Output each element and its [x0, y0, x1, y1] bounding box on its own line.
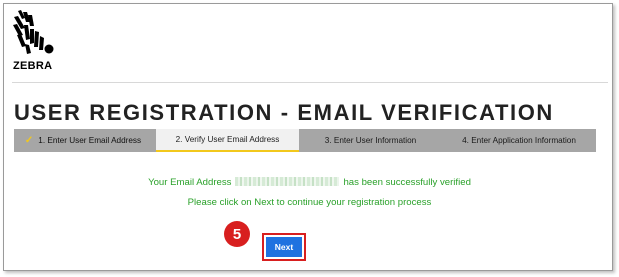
header-divider [12, 82, 608, 83]
step-verify-email[interactable]: 2. Verify User Email Address [156, 129, 299, 152]
verified-message: Your Email Address has been successfully … [0, 177, 619, 188]
page-title: USER REGISTRATION - EMAIL VERIFICATION [14, 100, 554, 125]
step-number-badge: 5 [224, 221, 250, 247]
verified-message-suffix: has been successfully verified [343, 177, 471, 188]
step-application-information[interactable]: 4. Enter Application Information [442, 129, 596, 152]
continue-message: Please click on Next to continue your re… [187, 197, 432, 208]
step-enter-email[interactable]: ✓ 1. Enter User Email Address [14, 129, 156, 152]
step-label: 3. Enter User Information [324, 136, 417, 145]
zebra-head-icon [13, 10, 54, 54]
verified-message-prefix: Your Email Address [148, 177, 232, 188]
step-label: 4. Enter Application Information [462, 136, 576, 145]
step-user-information[interactable]: 3. Enter User Information [299, 129, 442, 152]
next-button[interactable]: Next [266, 237, 302, 257]
checkmark-icon: ✓ [24, 135, 34, 146]
zebra-logo: ZEBRA [11, 9, 63, 75]
brand-wordmark: ZEBRA [13, 60, 53, 72]
registration-stepper: ✓ 1. Enter User Email Address 2. Verify … [14, 129, 596, 152]
step-label: 2. Verify User Email Address [175, 135, 280, 144]
redacted-email [235, 177, 340, 186]
step-label: 1. Enter User Email Address [38, 136, 142, 145]
